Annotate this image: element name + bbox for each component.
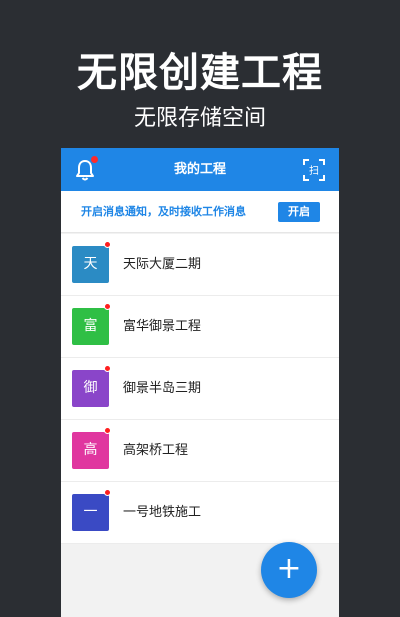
project-row[interactable]: 一 一号地铁施工 [61, 482, 339, 544]
project-avatar: 一 [72, 494, 109, 531]
project-row[interactable]: 御 御景半岛三期 [61, 358, 339, 420]
unread-badge [104, 427, 111, 434]
scan-icon[interactable]: 扫 [303, 159, 325, 181]
project-avatar: 御 [72, 370, 109, 407]
notification-badge [91, 156, 98, 163]
project-avatar: 天 [72, 246, 109, 283]
plus-icon: + [276, 551, 302, 586]
project-list: 天 天际大厦二期 富 富华御景工程 御 御景半岛三期 高 高架桥工程 一 一号地… [61, 234, 339, 544]
add-project-button[interactable]: + [261, 542, 317, 598]
promo-subtitle: 无限存储空间 [133, 106, 266, 131]
scan-icon-graphic: 扫 [303, 159, 325, 181]
project-row[interactable]: 天 天际大厦二期 [61, 234, 339, 296]
project-name: 一号地铁施工 [123, 505, 202, 520]
project-avatar: 高 [72, 432, 109, 469]
project-name: 高架桥工程 [123, 443, 189, 458]
unread-badge [104, 241, 111, 248]
page-title: 我的工程 [173, 162, 226, 177]
project-avatar: 富 [72, 308, 109, 345]
project-name: 御景半岛三期 [123, 381, 202, 396]
unread-badge [104, 365, 111, 372]
enable-notifications-button[interactable]: 开启 [278, 202, 320, 222]
unread-badge [104, 303, 111, 310]
app-bar: 我的工程 扫 [61, 148, 339, 191]
unread-badge [104, 489, 111, 496]
notification-banner-text: 开启消息通知，及时接收工作消息 [81, 205, 246, 218]
project-name: 天际大厦二期 [123, 257, 202, 272]
project-row[interactable]: 富 富华御景工程 [61, 296, 339, 358]
notification-banner: 开启消息通知，及时接收工作消息 开启 [61, 191, 339, 233]
phone-screen: 我的工程 扫 开启消息通知，及时接收工作消息 开启 天 天际大厦二期 富 富华御… [61, 148, 339, 617]
project-name: 富华御景工程 [123, 319, 202, 334]
promo-title: 无限创建工程 [77, 50, 323, 96]
project-row[interactable]: 高 高架桥工程 [61, 420, 339, 482]
scan-icon-text: 扫 [309, 164, 319, 177]
